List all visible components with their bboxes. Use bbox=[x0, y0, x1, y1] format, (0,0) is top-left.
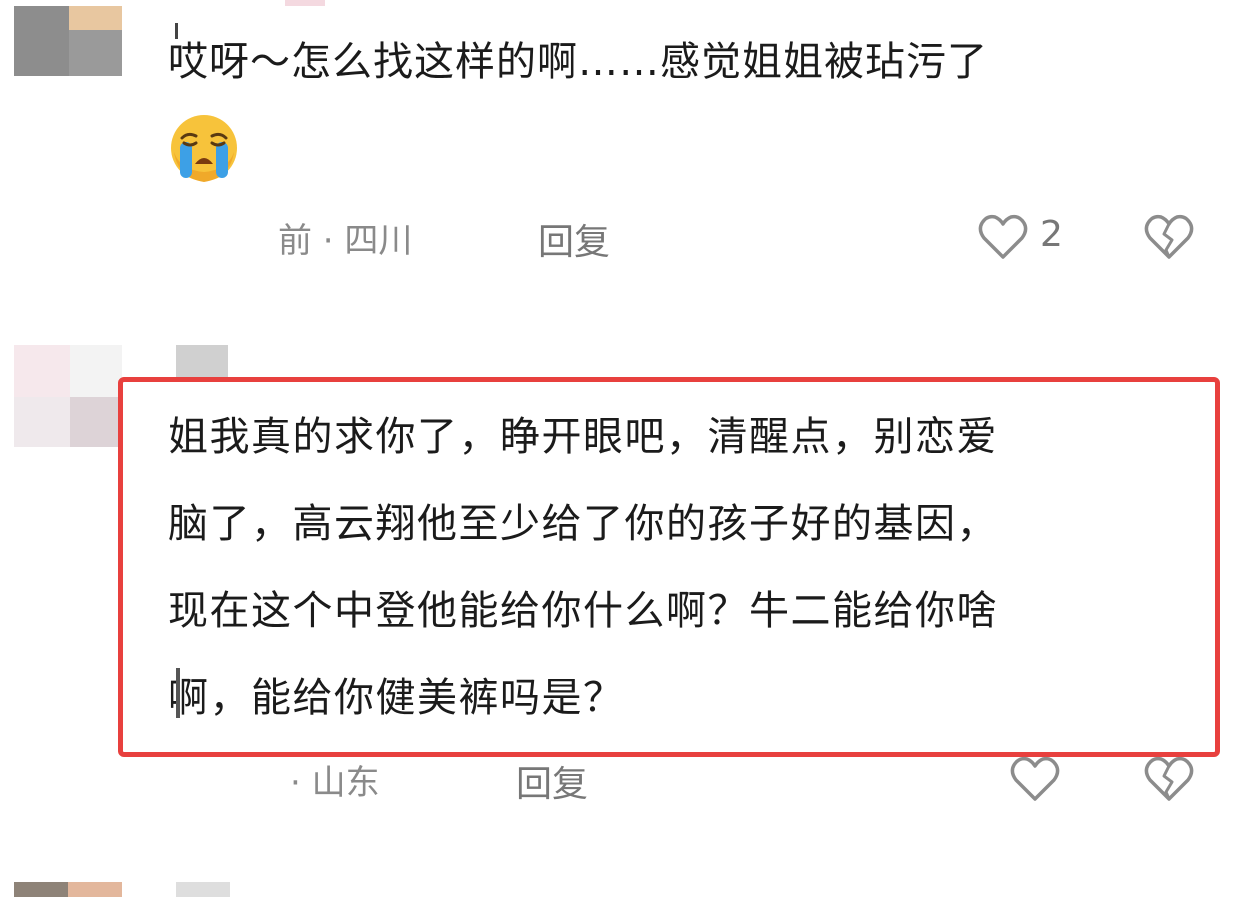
avatar-mosaic-1[interactable] bbox=[14, 6, 122, 76]
heart-outline-icon[interactable] bbox=[976, 212, 1030, 262]
comment-2-time-location: · 山东 bbox=[290, 763, 380, 803]
broken-heart-icon[interactable] bbox=[1142, 212, 1196, 262]
comment-2-line-4: 啊，能给你健美裤吗是？ bbox=[168, 675, 625, 721]
broken-heart-icon[interactable] bbox=[1142, 754, 1196, 804]
comment-1-line: 哎呀～怎么找这样的啊……感觉姐姐被玷污了 bbox=[168, 39, 988, 85]
avatar-mosaic-2[interactable] bbox=[14, 345, 228, 455]
avatar-mosaic-3[interactable] bbox=[14, 882, 230, 897]
comment-2-line-3: 现在这个中登他能给你什么啊？牛二能给你啥 bbox=[168, 588, 998, 634]
comment-2-line-2: 脑了，高云翔他至少给了你的孩子好的基因， bbox=[168, 501, 998, 547]
loudly-crying-face-icon bbox=[171, 115, 237, 182]
comment-2-text: 姐我真的求你了，睁开眼吧，清醒点，别恋爱 脑了，高云翔他至少给了你的孩子好的基因… bbox=[168, 394, 998, 742]
comment-1-text: 哎呀～怎么找这样的啊……感觉姐姐被玷污了 bbox=[168, 20, 988, 105]
comment-2-reply-button[interactable]: 回复 bbox=[516, 755, 588, 807]
comment-1-time-location: 前 · 四川 bbox=[278, 221, 413, 261]
text-cursor-mark bbox=[176, 668, 180, 718]
comment-1-reply-button[interactable]: 回复 bbox=[538, 213, 610, 265]
comment-1-like-count: 2 bbox=[1040, 214, 1063, 255]
comment-2-line-1: 姐我真的求你了，睁开眼吧，清醒点，别恋爱 bbox=[168, 414, 998, 460]
heart-outline-icon[interactable] bbox=[1008, 754, 1062, 804]
top-edge-fragment bbox=[285, 0, 325, 6]
